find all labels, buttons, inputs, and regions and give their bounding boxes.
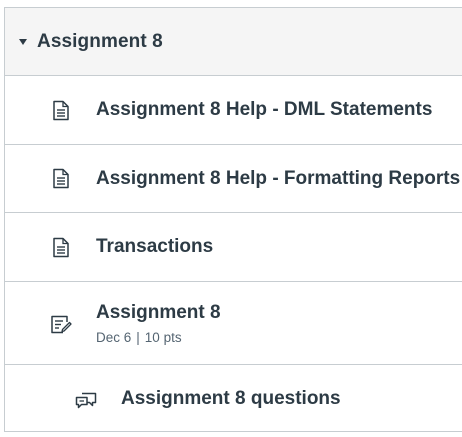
discussion-icon [75,388,97,410]
module-item-formatting-reports[interactable]: Assignment 8 Help - Formatting Reports [5,145,462,213]
meta-separator: | [136,329,140,345]
page-icon [50,168,72,190]
page-icon [50,236,72,258]
module-assignment-8: Assignment 8 Assignment 8 Help - DML Sta… [4,7,462,432]
assignment-meta: Dec 6 | 10 pts [96,330,221,345]
page-icon [50,99,72,121]
due-date: Dec 6 [96,329,132,345]
module-item-dml-statements[interactable]: Assignment 8 Help - DML Statements [5,76,462,145]
module-item-discussion[interactable]: Assignment 8 questions [5,365,462,432]
module-item-title[interactable]: Transactions [96,236,213,257]
module-item-title[interactable]: Assignment 8 Help - Formatting Reports [96,168,460,189]
module-title: Assignment 8 [37,30,163,52]
module-item-title[interactable]: Assignment 8 questions [121,388,341,409]
assignment-icon [50,312,72,334]
module-header[interactable]: Assignment 8 [5,8,462,76]
module-item-title[interactable]: Assignment 8 [96,302,221,324]
module-item-title[interactable]: Assignment 8 Help - DML Statements [96,99,432,120]
module-item-transactions[interactable]: Transactions [5,213,462,282]
caret-down-icon[interactable] [19,38,27,45]
module-item-assignment-8[interactable]: Assignment 8 Dec 6 | 10 pts [5,282,462,365]
points-value: 10 pts [144,329,182,345]
